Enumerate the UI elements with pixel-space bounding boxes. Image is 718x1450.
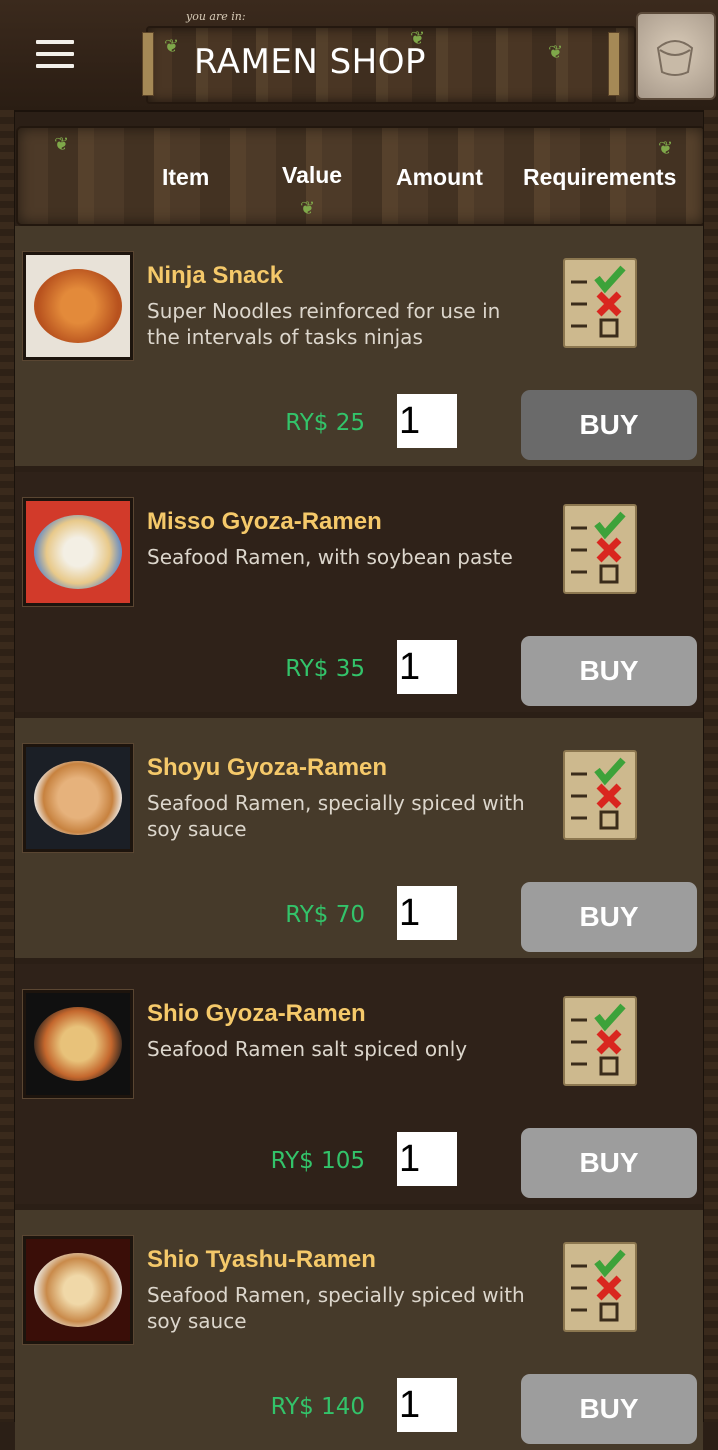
page-title: RAMEN SHOP <box>194 42 426 82</box>
item-name: Misso Gyoza-Ramen <box>147 508 382 535</box>
buy-button[interactable]: BUY <box>521 636 697 706</box>
list-item: Misso Gyoza-Ramen Seafood Ramen, with so… <box>15 472 703 712</box>
column-header-requirements: Requirements <box>523 164 677 190</box>
buy-button[interactable]: BUY <box>521 1374 697 1444</box>
location-banner: ❦ ❦ ❦ you are in: RAMEN SHOP <box>142 10 636 104</box>
item-description: Seafood Ramen, specially spiced with soy… <box>147 791 525 841</box>
ramen-bowl-icon <box>23 1236 133 1344</box>
list-item: Shio Gyoza-Ramen Seafood Ramen salt spic… <box>15 964 703 1204</box>
checklist-icon[interactable] <box>563 750 637 840</box>
item-name: Shio Tyashu-Ramen <box>147 1246 376 1273</box>
item-description: Seafood Ramen, specially spiced with soy… <box>147 1283 525 1333</box>
item-price: RY$ 25 <box>285 410 365 436</box>
top-bar: ❦ ❦ ❦ you are in: RAMEN SHOP <box>0 0 718 112</box>
quantity-input[interactable] <box>397 394 457 448</box>
column-header-amount: Amount <box>396 164 483 190</box>
frame-left <box>0 110 15 1422</box>
leaf-icon: ❦ <box>164 36 180 57</box>
quantity-input[interactable] <box>397 886 457 940</box>
list-item: Ninja Snack Super Noodles reinforced for… <box>15 226 703 466</box>
column-header-item: Item <box>162 164 210 190</box>
list-item: Shoyu Gyoza-Ramen Seafood Ramen, special… <box>15 718 703 958</box>
noodles-icon <box>23 252 133 360</box>
column-header-value: Value <box>282 162 343 188</box>
leaf-icon: ❦ <box>300 198 316 219</box>
item-description: Super Noodles reinforced for use in the … <box>147 299 501 349</box>
buy-button[interactable]: BUY <box>521 390 697 460</box>
bag-icon[interactable] <box>636 12 716 100</box>
ramen-bowl-icon <box>23 744 133 852</box>
item-name: Shio Gyoza-Ramen <box>147 1000 366 1027</box>
checklist-icon[interactable] <box>563 1242 637 1332</box>
leaf-icon: ❦ <box>658 138 674 159</box>
checklist-icon[interactable] <box>563 504 637 594</box>
item-price: RY$ 70 <box>285 902 365 928</box>
location-prefix: you are in: <box>186 10 246 23</box>
column-header: ❦ ❦ ❦ Item Value Amount Requirements <box>16 126 706 226</box>
quantity-input[interactable] <box>397 1132 457 1186</box>
quantity-input[interactable] <box>397 1378 457 1432</box>
frame-right <box>703 110 718 1422</box>
buy-button[interactable]: BUY <box>521 882 697 952</box>
checklist-icon[interactable] <box>563 258 637 348</box>
leaf-icon: ❦ <box>54 134 70 155</box>
item-description: Seafood Ramen, with soybean paste <box>147 545 513 569</box>
quantity-input[interactable] <box>397 640 457 694</box>
item-name: Shoyu Gyoza-Ramen <box>147 754 388 781</box>
ramen-bowl-icon <box>23 990 133 1098</box>
list-item: Shio Tyashu-Ramen Seafood Ramen, special… <box>15 1210 703 1450</box>
checklist-icon[interactable] <box>563 996 637 1086</box>
item-description: Seafood Ramen salt spiced only <box>147 1037 468 1061</box>
item-price: RY$ 140 <box>270 1394 365 1420</box>
leaf-icon: ❦ <box>548 42 564 63</box>
item-price: RY$ 35 <box>285 656 365 682</box>
item-price: RY$ 105 <box>270 1148 365 1174</box>
ramen-bowl-icon <box>23 498 133 606</box>
buy-button[interactable]: BUY <box>521 1128 697 1198</box>
hamburger-menu-icon[interactable] <box>36 40 74 68</box>
item-name: Ninja Snack <box>147 262 284 289</box>
